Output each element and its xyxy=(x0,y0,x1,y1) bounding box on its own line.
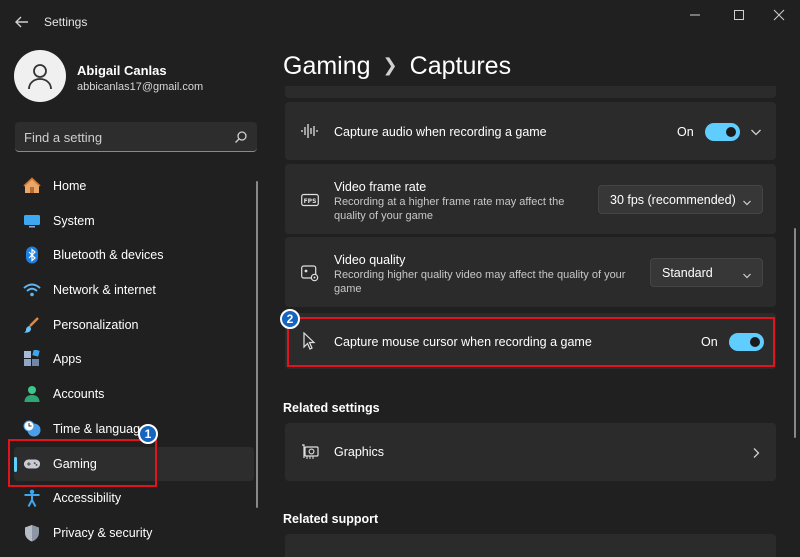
graphics-card-icon xyxy=(301,443,319,461)
content-scrollbar[interactable] xyxy=(794,228,796,438)
svg-text:FPS: FPS xyxy=(304,198,317,205)
sidebar-item-system[interactable]: System xyxy=(14,204,254,239)
highlight-box-gaming xyxy=(8,439,157,487)
bluetooth-icon xyxy=(23,246,41,264)
back-arrow-icon[interactable] xyxy=(12,12,32,32)
sidebar-item-apps[interactable]: Apps xyxy=(14,342,254,377)
chevron-down-icon xyxy=(742,195,752,206)
maximize-icon[interactable] xyxy=(724,6,754,24)
person-icon xyxy=(23,385,41,403)
search-input[interactable]: Find a setting xyxy=(24,130,102,145)
setting-video-frame-rate: FPS Video frame rate Recording at a high… xyxy=(285,164,776,234)
accessibility-icon xyxy=(23,489,41,508)
chevron-right-icon xyxy=(750,446,762,458)
setting-video-quality: Video quality Recording higher quality v… xyxy=(285,237,776,307)
breadcrumb: Gaming ❯ Captures xyxy=(283,52,511,81)
fps-icon: FPS xyxy=(301,191,319,209)
annotation-badge-2: 2 xyxy=(280,309,300,329)
sidebar-item-bluetooth[interactable]: Bluetooth & devices xyxy=(14,238,254,273)
user-name: Abigail Canlas xyxy=(77,63,167,78)
video-quality-icon xyxy=(301,264,319,282)
sidebar-item-accounts[interactable]: Accounts xyxy=(14,377,254,412)
sidebar-scrollbar[interactable] xyxy=(256,181,258,508)
card-partial-top xyxy=(285,86,776,98)
related-settings-heading: Related settings xyxy=(283,401,380,415)
home-icon xyxy=(23,177,41,195)
toggle-state-label: On xyxy=(677,125,694,139)
minimize-icon[interactable] xyxy=(680,6,710,24)
sidebar-item-network[interactable]: Network & internet xyxy=(14,273,254,308)
related-support-heading: Related support xyxy=(283,512,379,526)
person-outline-icon xyxy=(28,64,52,90)
video-quality-dropdown[interactable]: Standard xyxy=(650,258,763,287)
highlight-box-mouse-cursor xyxy=(287,317,775,367)
sidebar-item-privacy-security[interactable]: Privacy & security xyxy=(14,516,254,551)
setting-capture-audio[interactable]: Capture audio when recording a game On xyxy=(285,102,776,160)
capture-audio-toggle[interactable] xyxy=(705,123,740,141)
clock-globe-icon xyxy=(23,420,41,438)
brush-icon xyxy=(23,316,41,334)
search-icon[interactable] xyxy=(234,130,248,144)
frame-rate-dropdown[interactable]: 30 fps (recommended) xyxy=(598,185,763,214)
annotation-badge-1: 1 xyxy=(138,424,158,444)
search-box[interactable]: Find a setting xyxy=(15,122,257,152)
page-title: Captures xyxy=(409,52,512,80)
monitor-icon xyxy=(23,212,41,230)
window-title: Settings xyxy=(44,15,88,29)
related-graphics[interactable]: Graphics xyxy=(285,423,776,481)
avatar[interactable] xyxy=(14,50,66,102)
close-icon[interactable] xyxy=(764,6,794,24)
wifi-icon xyxy=(23,281,41,299)
related-support-card[interactable] xyxy=(285,534,776,557)
user-email: abbicanlas17@gmail.com xyxy=(77,81,204,93)
chevron-right-icon: ❯ xyxy=(382,55,398,75)
title-bar: Settings xyxy=(0,0,800,44)
sidebar-item-personalization[interactable]: Personalization xyxy=(14,308,254,343)
audio-waveform-icon xyxy=(301,122,319,140)
chevron-down-icon xyxy=(742,268,752,279)
breadcrumb-parent[interactable]: Gaming xyxy=(283,52,371,80)
apps-icon xyxy=(23,350,41,368)
chevron-down-icon[interactable] xyxy=(750,125,762,137)
sidebar-item-home[interactable]: Home xyxy=(14,169,254,204)
shield-icon xyxy=(23,524,41,542)
sidebar-nav: Home System Bluetooth & devices Network … xyxy=(14,169,254,551)
